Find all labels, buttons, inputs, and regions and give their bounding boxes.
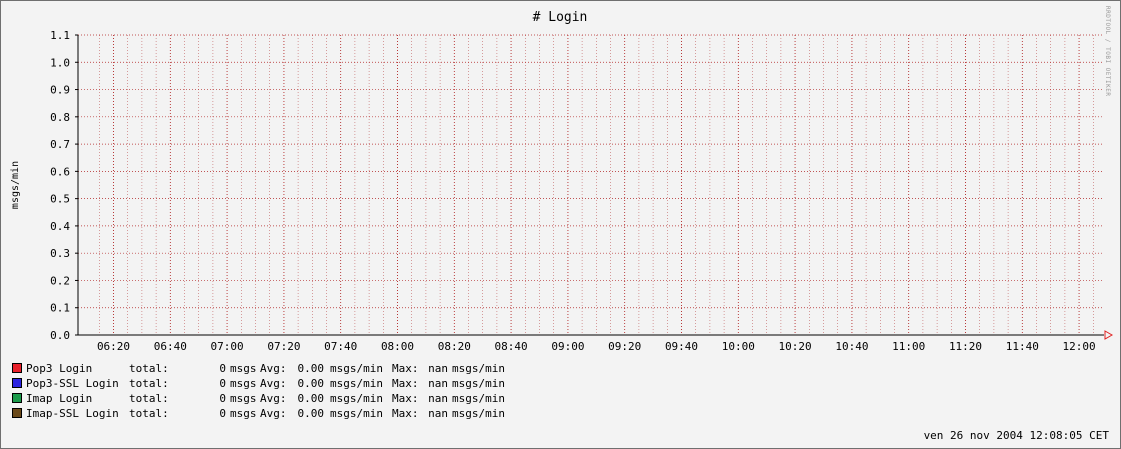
y-tick-label: 0.4 (50, 220, 70, 233)
x-tick-label: 07:20 (267, 340, 300, 353)
y-tick-labels: 0.0 0.1 0.2 0.3 0.4 0.5 0.6 0.7 0.8 0.9 1.0 1.1 (50, 29, 70, 342)
legend-max-unit: msgs/min (452, 362, 505, 375)
legend-total-unit: msgs (230, 407, 257, 420)
x-tick-label: 09:20 (608, 340, 641, 353)
legend-avg-unit: msgs/min (330, 377, 383, 390)
y-tick-label: 0.1 (50, 302, 70, 315)
legend-swatch (12, 393, 22, 403)
legend-avg-value: 0.00 (297, 362, 325, 375)
legend-swatch (12, 378, 22, 388)
x-tick-label: 07:40 (324, 340, 357, 353)
legend-max-unit: msgs/min (452, 392, 505, 405)
x-tick-label: 10:20 (779, 340, 812, 353)
timestamp: ven 26 nov 2004 12:08:05 CET (923, 429, 1109, 442)
legend-total-value: 0 (219, 407, 226, 420)
y-tick-label: 0.9 (50, 84, 70, 97)
legend-total-label: total: (129, 377, 169, 390)
x-tick-label: 08:00 (381, 340, 414, 353)
x-tick-label: 10:00 (722, 340, 755, 353)
x-tick-label: 06:40 (154, 340, 187, 353)
x-tick-label: 09:40 (665, 340, 698, 353)
legend-avg-unit: msgs/min (330, 362, 383, 375)
legend-swatch (12, 363, 22, 373)
legend-series-name: Imap-SSL Login (26, 407, 119, 420)
legend-total-unit: msgs (230, 377, 257, 390)
y-tick-label: 0.8 (50, 111, 70, 124)
legend-avg-unit: msgs/min (330, 407, 383, 420)
legend-total-unit: msgs (230, 362, 257, 375)
legend-total-value: 0 (219, 362, 226, 375)
legend-avg-value: 0.00 (297, 392, 325, 405)
legend-swatch (12, 408, 22, 418)
x-tick-labels: 06:20 06:40 07:00 07:20 07:40 08:00 08:20 08:40… (97, 340, 1096, 353)
y-tick-label: 0.7 (50, 138, 70, 151)
legend-total-label: total: (129, 407, 169, 420)
x-tick-label: 10:40 (835, 340, 868, 353)
x-tick-label: 09:00 (551, 340, 584, 353)
legend-total-unit: msgs (230, 392, 257, 405)
y-tick-label: 0.6 (50, 165, 70, 178)
chart-title: # Login (533, 10, 588, 25)
legend-max-unit: msgs/min (452, 377, 505, 390)
rrdtool-credit: RRDTOOL / TOBI OETIKER (1104, 6, 1111, 97)
y-tick-label: 0.2 (50, 274, 70, 287)
y-tick-label: 0.3 (50, 247, 70, 260)
legend-avg-value: 0.00 (297, 407, 325, 420)
legend-max-value: nan (428, 407, 448, 420)
legend-avg-unit: msgs/min (330, 392, 383, 405)
x-tick-label: 11:40 (1006, 340, 1039, 353)
legend-total-value: 0 (219, 392, 226, 405)
x-tick-label: 08:20 (438, 340, 471, 353)
legend-series-name: Imap Login (26, 392, 93, 405)
axes (75, 34, 1114, 340)
x-tick-label: 07:00 (211, 340, 244, 353)
legend-total-value: 0 (219, 377, 226, 390)
x-axis-arrow (1104, 330, 1114, 340)
legend-total-label: total: (129, 362, 169, 375)
legend-series-name: Pop3-SSL Login (26, 377, 119, 390)
x-tick-label: 08:40 (495, 340, 528, 353)
legend-max-value: nan (428, 377, 448, 390)
legend-series-name: Pop3 Login (26, 362, 93, 375)
y-tick-label: 1.1 (50, 29, 70, 42)
y-tick-label: 1.0 (50, 56, 70, 69)
x-tick-label: 11:00 (892, 340, 925, 353)
x-tick-label: 11:20 (949, 340, 982, 353)
legend-avg-value: 0.00 (297, 377, 325, 390)
legend-max-value: nan (428, 362, 448, 375)
y-tick-label: 0.5 (50, 193, 70, 206)
x-tick-label: 06:20 (97, 340, 130, 353)
x-tick-label: 12:00 (1063, 340, 1096, 353)
legend-max-value: nan (428, 392, 448, 405)
legend-max-unit: msgs/min (452, 407, 505, 420)
y-axis-label: msgs/min (10, 161, 21, 209)
y-tick-label: 0.0 (50, 329, 70, 342)
legend-total-label: total: (129, 392, 169, 405)
grid (78, 34, 1104, 336)
